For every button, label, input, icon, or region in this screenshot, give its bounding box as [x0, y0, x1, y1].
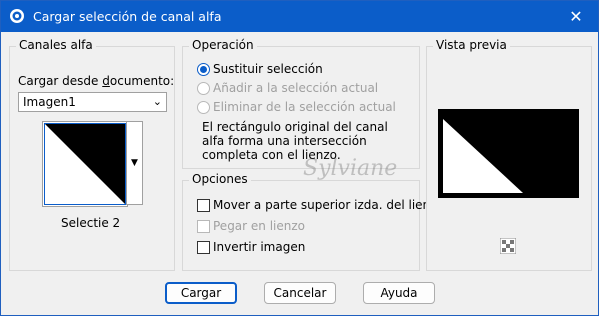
dialog-window: Cargar selección de canal alfa ✕ Canales…	[0, 0, 599, 316]
channel-thumbnail[interactable]	[42, 121, 128, 207]
title-bar: Cargar selección de canal alfa ✕	[1, 1, 598, 32]
move-top-left-checkbox[interactable]	[197, 199, 210, 212]
help-button[interactable]: Ayuda	[363, 282, 435, 304]
operation-title: Operación	[189, 38, 257, 52]
watermark: Sylviane	[303, 156, 397, 181]
watermark-text: Sylviane	[303, 156, 398, 181]
replace-selection-radio[interactable]	[197, 63, 210, 76]
add-selection-label[interactable]: Añadir a la selección actual	[213, 81, 378, 95]
invert-image-checkbox[interactable]	[197, 241, 210, 254]
document-select[interactable]: Imagen1 ⌄	[18, 92, 167, 112]
cancel-button-label: Cancelar	[273, 286, 327, 300]
preview-title: Vista previa	[433, 38, 510, 52]
channel-dropdown-button[interactable]: ▼	[126, 121, 143, 205]
preview-image	[438, 109, 579, 198]
alpha-channels-title: Canales alfa	[16, 38, 96, 52]
remove-selection-label[interactable]: Eliminar de la selección actual	[213, 100, 396, 114]
remove-selection-radio[interactable]	[197, 101, 210, 114]
load-button[interactable]: Cargar	[165, 282, 237, 304]
triangle-down-icon: ▼	[131, 158, 138, 168]
preview-canvas	[438, 109, 579, 198]
cancel-button[interactable]: Cancelar	[264, 282, 336, 304]
psp-channel-icon	[10, 9, 24, 23]
options-title: Opciones	[189, 172, 251, 186]
paste-canvas-checkbox[interactable]	[197, 220, 210, 233]
chevron-down-icon: ⌄	[152, 95, 162, 108]
paste-canvas-label[interactable]: Pegar en lienzo	[213, 219, 305, 233]
checker-icon[interactable]	[500, 238, 516, 254]
invert-image-label[interactable]: Invertir imagen	[213, 240, 305, 254]
channel-thumbnail-image	[45, 124, 125, 204]
load-button-label: Cargar	[180, 286, 222, 300]
move-top-left-label[interactable]: Mover a parte superior izda. del lienzo	[213, 198, 444, 212]
document-select-value: Imagen1	[23, 95, 76, 109]
window-title: Cargar selección de canal alfa	[33, 9, 222, 24]
replace-selection-label[interactable]: Sustituir selección	[213, 62, 323, 76]
add-selection-radio[interactable]	[197, 82, 210, 95]
close-button[interactable]: ✕	[554, 1, 598, 32]
help-button-label: Ayuda	[380, 286, 418, 300]
close-icon: ✕	[569, 7, 583, 26]
channel-name: Selectie 2	[61, 216, 121, 230]
load-from-document-label: Cargar desde documento:	[18, 74, 175, 88]
